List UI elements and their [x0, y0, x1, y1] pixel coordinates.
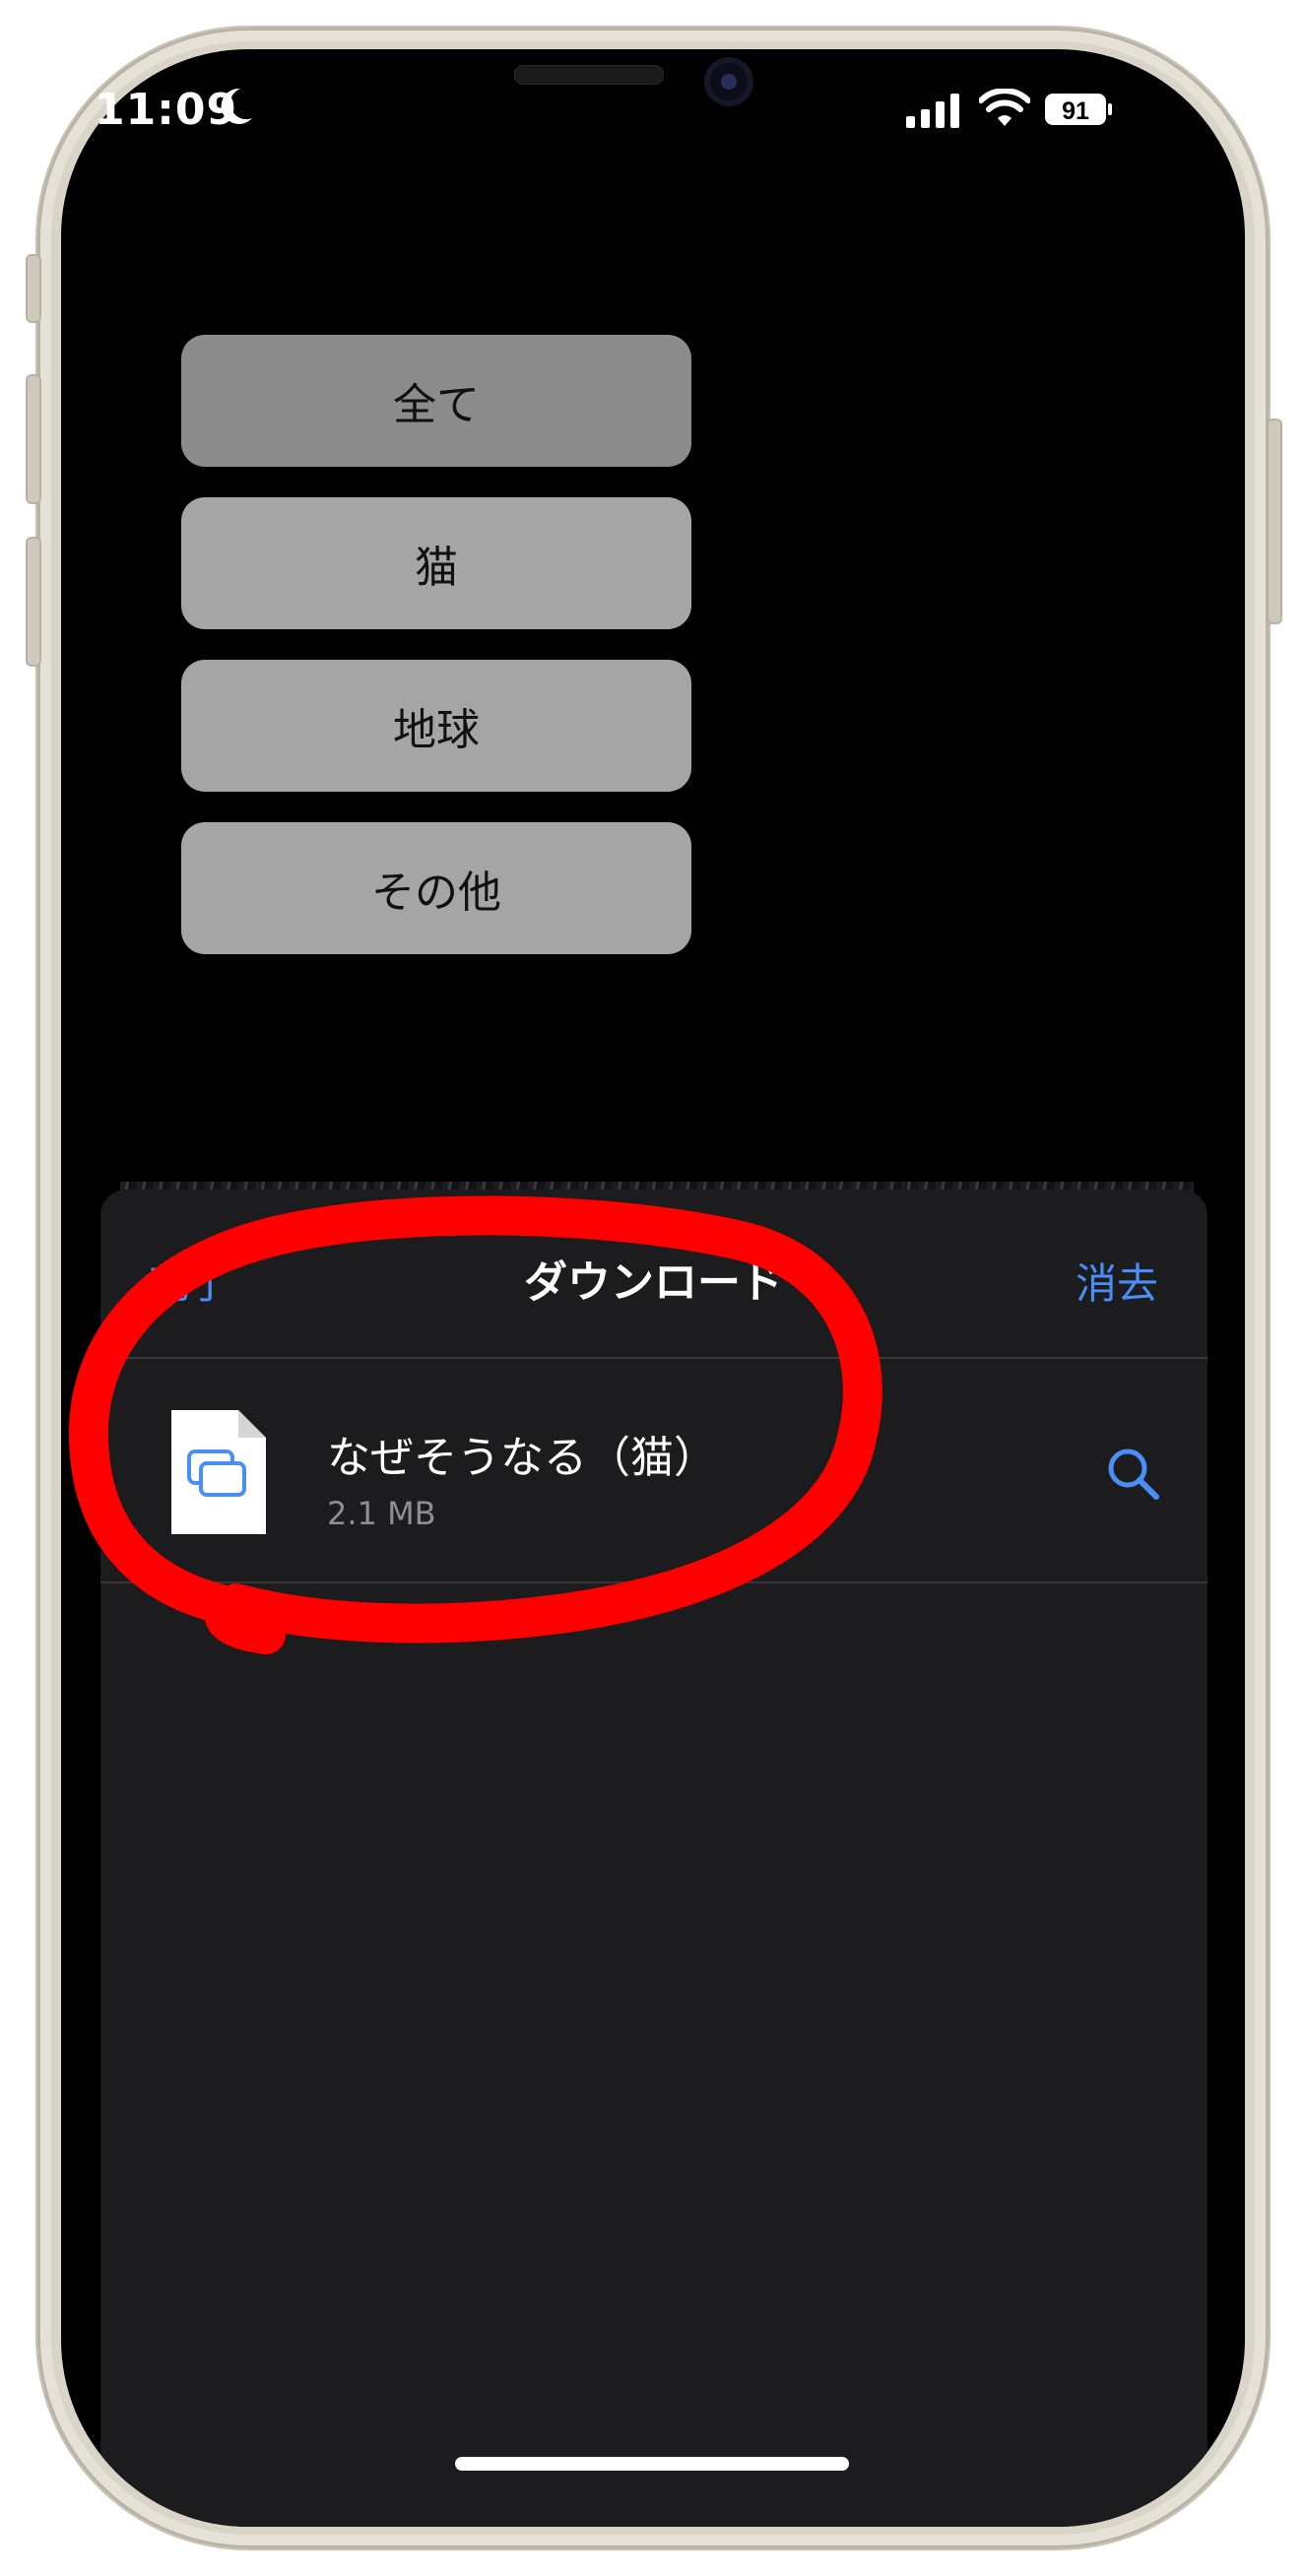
battery-percent: 91: [1062, 97, 1089, 125]
search-icon[interactable]: [1103, 1444, 1162, 1503]
file-document-icon: [171, 1410, 266, 1534]
volume-up-button: [26, 374, 41, 504]
screen: 全て 猫 地球 その他 完了 ダウンロード 消去 なぜそうなる（猫） 2.1 M…: [61, 49, 1245, 2527]
front-camera: [704, 57, 753, 106]
action-button: [26, 254, 41, 323]
filter-button-all[interactable]: 全て: [181, 335, 691, 467]
file-size: 2.1 MB: [327, 1495, 436, 1532]
downloads-sheet: 完了 ダウンロード 消去 なぜそうなる（猫） 2.1 MB: [100, 1190, 1207, 2527]
battery-icon: 91: [1045, 94, 1112, 125]
sheet-title: ダウンロード: [524, 1257, 784, 1308]
status-time: 11:09: [95, 85, 238, 135]
filter-button-cat[interactable]: 猫: [181, 497, 691, 629]
cellular-signal-icon: [906, 94, 959, 128]
moon-icon: [221, 88, 252, 124]
file-name: なぜそうなる（猫）: [327, 1433, 717, 1483]
filter-button-other[interactable]: その他: [181, 822, 691, 954]
download-item[interactable]: なぜそうなる（猫） 2.1 MB: [100, 1359, 1207, 1583]
home-indicator[interactable]: [455, 2457, 849, 2471]
sheet-header: 完了 ダウンロード 消去: [100, 1190, 1207, 1359]
volume-down-button: [26, 537, 41, 667]
clear-button[interactable]: 消去: [1076, 1251, 1158, 1311]
earpiece-speaker: [514, 65, 664, 85]
power-button: [1267, 419, 1282, 624]
wifi-icon: [979, 89, 1030, 126]
filter-button-earth[interactable]: 地球: [181, 660, 691, 792]
